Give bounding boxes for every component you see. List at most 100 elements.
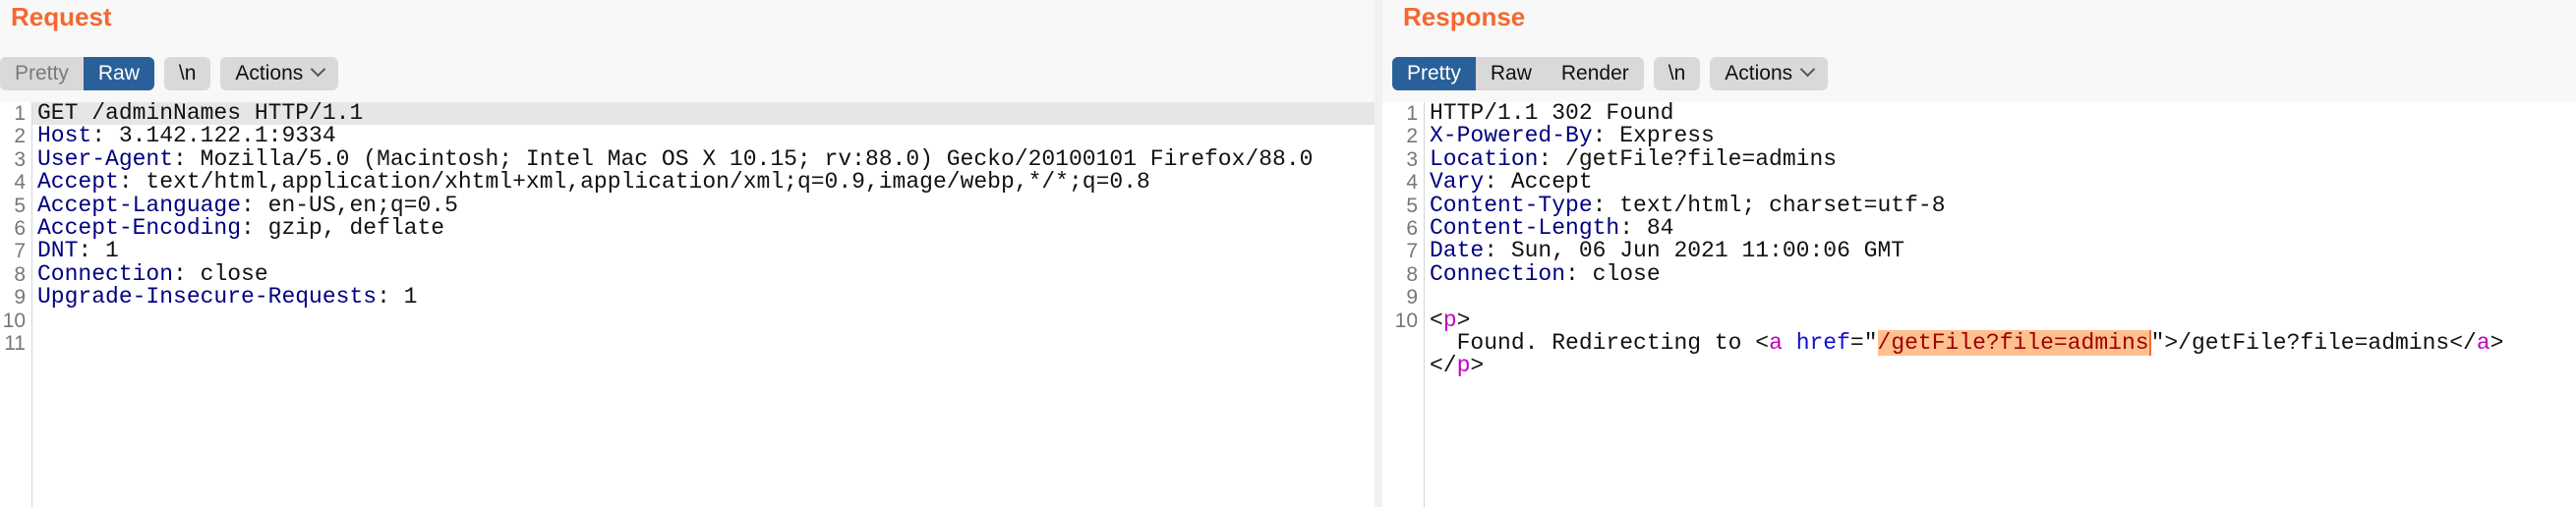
code-line: 3 User-Agent: Mozilla/5.0 (Macintosh; Int… <box>0 145 1375 172</box>
request-tab-pretty[interactable]: Pretty <box>0 57 84 90</box>
code-token: a <box>2476 329 2490 356</box>
line-content <box>1430 286 2576 309</box>
response-tab-render[interactable]: Render <box>1546 57 1644 90</box>
header-name: Connection <box>1430 260 1566 287</box>
code-text: : en-US,en;q=0.5 <box>241 192 458 218</box>
header-name: Accept <box>37 169 119 196</box>
line-content: Upgrade-Insecure-Requests: 1 <box>37 284 1375 310</box>
code-line: 7 Date: Sun, 06 Jun 2021 11:00:06 GMT <box>1392 240 2576 263</box>
line-content: GET /adminNames HTTP/1.1 <box>32 100 1375 126</box>
code-text: : 3.142.122.1:9334 <box>91 123 336 149</box>
code-text: < <box>1430 307 1443 333</box>
response-panel: Response Pretty Raw Render \n Actions 1H… <box>1382 0 2576 507</box>
code-text: </ <box>1430 353 1457 379</box>
code-line: 6 Accept-Encoding: gzip, deflate <box>0 214 1375 241</box>
header-name: Host <box>37 123 92 149</box>
request-editor[interactable]: 1 GET /adminNames HTTP/1.1 2 Host: 3.142.12… <box>0 100 1375 507</box>
line-content: Content-Type: text/html; charset=utf-8 <box>1430 194 2576 217</box>
code-line: 4 Vary: Accept <box>1392 169 2576 196</box>
code-text: > <box>2489 329 2504 356</box>
code-text: =" <box>1849 329 1878 356</box>
code-token: /getFile?file=admins <box>1877 329 2151 356</box>
request-panel: Request Pretty Raw \n Actions 1 GET /admi… <box>0 0 1375 507</box>
line-number: 9 <box>14 286 26 310</box>
code-line: 9 Upgrade-Insecure-Requests: 1 <box>0 284 1375 310</box>
code-text: : 84 <box>1619 214 1674 241</box>
line-number: 8 <box>14 262 26 286</box>
header-name: Location <box>1430 145 1539 172</box>
line-number: 7 <box>14 240 26 263</box>
code-line: 3 Location: /getFile?file=admins <box>1392 145 2576 172</box>
header-name: Date <box>1430 238 1485 264</box>
code-line: 11 <box>0 332 1375 355</box>
response-title: Response <box>1403 2 1526 31</box>
line-content: User-Agent: Mozilla/5.0 (Macintosh; Inte… <box>37 145 1375 172</box>
panel-divider[interactable] <box>1375 0 1382 507</box>
line-content: <p> <box>1430 307 2576 333</box>
code-text: : text/html,application/xhtml+xml,applic… <box>118 169 1150 196</box>
code-line: 8 Connection: close <box>1392 260 2576 287</box>
header-name: X-Powered-By <box>1430 123 1593 149</box>
line-content: X-Powered-By: Express <box>1430 125 2576 147</box>
header-name: Connection <box>37 260 174 287</box>
request-newline-toggle[interactable]: \n <box>163 57 211 90</box>
line-content: Found. Redirecting to <a href="/getFile?… <box>1430 329 2576 356</box>
code-line: 4 Accept: text/html,application/xhtml+xml… <box>0 169 1375 196</box>
line-number: 5 <box>1406 194 1418 217</box>
line-content: Connection: close <box>37 260 1375 287</box>
code-text: : Sun, 06 Jun 2021 11:00:06 GMT <box>1484 238 1905 264</box>
line-content <box>37 310 1375 332</box>
code-text: : close <box>173 260 268 287</box>
code-text: : 1 <box>377 284 418 310</box>
line-number: 1 <box>14 102 26 125</box>
code-line: 2 X-Powered-By: Express <box>1392 125 2576 148</box>
code-text: : close <box>1565 260 1661 287</box>
line-number: 3 <box>1406 147 1418 171</box>
line-number: 6 <box>14 216 26 240</box>
code-line: 6 Content-Length: 84 <box>1392 214 2576 241</box>
code-line: 10 <box>0 310 1375 332</box>
code-text: > <box>1470 353 1485 379</box>
actions-label: Actions <box>1725 62 1793 84</box>
line-number: 5 <box>14 194 26 217</box>
code-text: : Accept <box>1484 169 1593 196</box>
header-name: Accept-Encoding <box>37 214 242 241</box>
code-text: : gzip, deflate <box>241 214 445 241</box>
header-name: Accept-Language <box>37 192 242 218</box>
code-line: 9 <box>1392 286 2576 309</box>
request-toolbar: Pretty Raw \n Actions <box>0 57 348 90</box>
code-token: href <box>1795 329 1850 356</box>
line-number: 4 <box>14 171 26 195</box>
response-newline-toggle[interactable]: \n <box>1653 57 1701 90</box>
code-text: GET /adminNames HTTP/1.1 <box>37 100 364 126</box>
code-line: </p> <box>1392 355 2576 377</box>
header-name: Upgrade-Insecure-Requests <box>37 284 378 310</box>
code-text: : /getFile?file=admins <box>1538 145 1838 172</box>
header-name: DNT <box>37 238 79 264</box>
request-tab-raw[interactable]: Raw <box>83 57 154 90</box>
line-content: Content-Length: 84 <box>1430 214 2576 241</box>
line-content: Date: Sun, 06 Jun 2021 11:00:06 GMT <box>1430 240 2576 262</box>
chevron-down-icon <box>1799 61 1816 78</box>
response-toolbar: Pretty Raw Render \n Actions <box>1392 57 1838 90</box>
code-text: : Express <box>1592 123 1715 149</box>
line-content: Accept-Language: en-US,en;q=0.5 <box>37 192 1375 218</box>
code-line: Found. Redirecting to <a href="/getFile?… <box>1392 329 2576 356</box>
response-tab-pretty[interactable]: Pretty <box>1392 57 1476 90</box>
line-number: 4 <box>1406 171 1418 195</box>
response-actions-button[interactable]: Actions <box>1710 57 1829 90</box>
response-editor[interactable]: 1 HTTP/1.1 302 Found 2 X-Powered-By: Expres… <box>1382 100 2576 507</box>
code-text: HTTP/1.1 302 Found <box>1430 100 1674 126</box>
response-tab-raw[interactable]: Raw <box>1475 57 1547 90</box>
code-text: : Mozilla/5.0 (Macintosh; Intel Mac OS X… <box>173 145 1314 172</box>
code-text: > <box>1456 307 1471 333</box>
code-line: 10 <p> <box>1392 307 2576 333</box>
line-content: Vary: Accept <box>1430 169 2576 196</box>
request-actions-button[interactable]: Actions <box>220 57 339 90</box>
line-content <box>37 332 1375 355</box>
line-number: 11 <box>4 331 26 355</box>
line-number: 2 <box>1406 125 1418 148</box>
code-line: 1 HTTP/1.1 302 Found <box>1392 100 2576 126</box>
line-number: 1 <box>1406 102 1418 125</box>
